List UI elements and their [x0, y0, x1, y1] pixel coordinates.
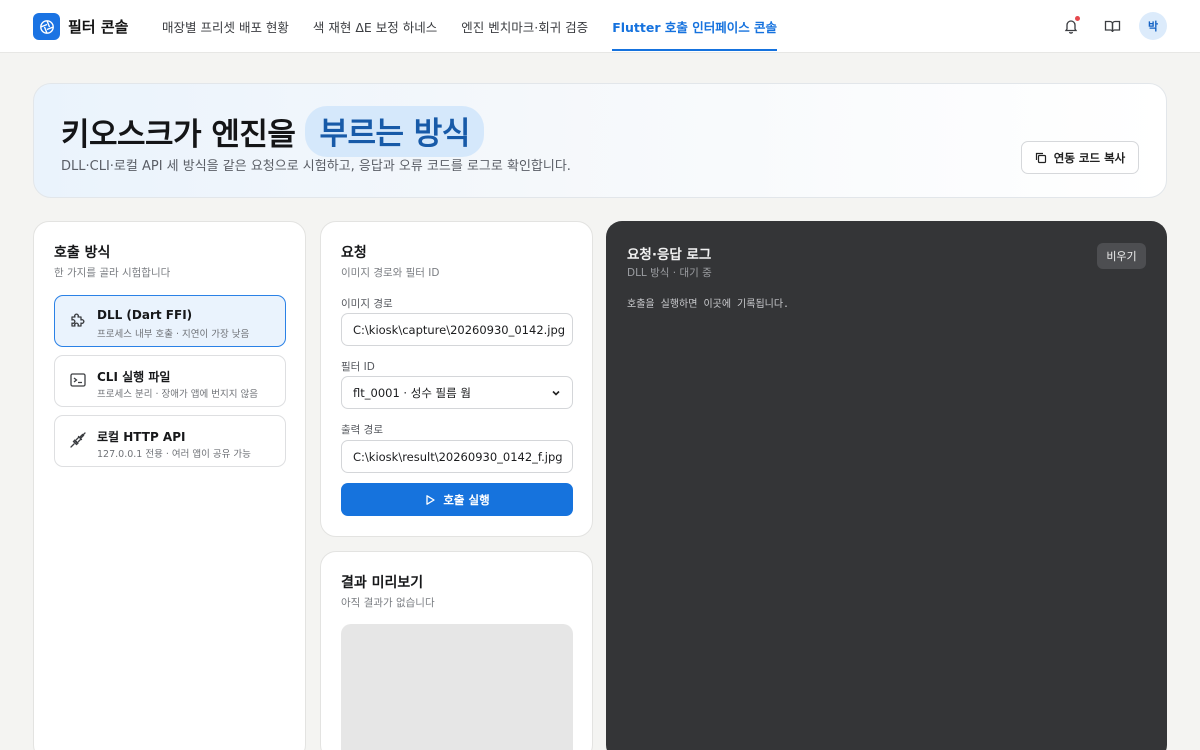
plug-icon: [68, 430, 88, 450]
book-open-icon: [1104, 20, 1120, 32]
image-path-label: 이미지 경로: [341, 298, 393, 310]
avatar[interactable]: 박: [1139, 12, 1167, 40]
request-card: 요청 이미지 경로와 필터 ID 이미지 경로 C:\kiosk\capture…: [320, 221, 593, 537]
log-subtitle: DLL 방식 · 대기 중: [627, 267, 712, 279]
clear-log-button[interactable]: 비우기: [1097, 243, 1146, 269]
run-call-label: 호출 실행: [443, 492, 490, 507]
page-title-highlight: 부르는 방식: [305, 106, 484, 157]
log-title: 요청·응답 로그: [627, 247, 712, 263]
method-desc: 127.0.0.1 전용 · 여러 앱이 공유 가능: [97, 449, 251, 460]
preview-subtitle: 아직 결과가 없습니다: [341, 597, 435, 609]
app-logo-icon[interactable]: [33, 13, 60, 40]
nav-item-color-harness[interactable]: 색 재현 ΔE 보정 하네스: [301, 0, 449, 53]
play-icon: [426, 494, 435, 505]
method-title: DLL (Dart FFI): [97, 308, 193, 322]
app-title: 필터 콘솔: [68, 18, 129, 36]
method-title: 로컬 HTTP API: [97, 430, 186, 444]
chevron-down-icon: [552, 390, 560, 396]
method-option-dll[interactable]: DLL (Dart FFI) 프로세스 내부 호출 · 지연이 가장 낮음: [54, 295, 286, 347]
filter-id-value: flt_0001 · 성수 필름 웜: [353, 385, 471, 400]
preview-image-placeholder: [341, 624, 573, 750]
call-method-subtitle: 한 가지를 골라 시험합니다: [54, 267, 171, 279]
call-method-card: 호출 방식 한 가지를 골라 시험합니다 DLL (Dart FFI) 프로세스…: [33, 221, 306, 750]
main-nav: 매장별 프리셋 배포 현황 색 재현 ΔE 보정 하네스 엔진 벤치마크·회귀 …: [150, 0, 789, 53]
log-placeholder: 호출을 실행하면 이곳에 기록됩니다.: [627, 299, 790, 310]
preview-title: 결과 미리보기: [341, 575, 424, 591]
top-bar: 필터 콘솔 매장별 프리셋 배포 현황 색 재현 ΔE 보정 하네스 엔진 벤치…: [0, 0, 1200, 53]
hero-banner: 키오스크가 엔진을 부르는 방식 DLL·CLI·로컬 API 세 방식을 같은…: [33, 83, 1167, 198]
docs-button[interactable]: [1102, 16, 1122, 36]
nav-item-engine-benchmark[interactable]: 엔진 벤치마크·회귀 검증: [449, 0, 600, 53]
method-option-http[interactable]: 로컬 HTTP API 127.0.0.1 전용 · 여러 앱이 공유 가능: [54, 415, 286, 467]
run-call-button[interactable]: 호출 실행: [341, 483, 573, 516]
output-path-label: 출력 경로: [341, 424, 383, 436]
output-path-input[interactable]: C:\kiosk\result\20260930_0142_f.jpg: [341, 440, 573, 473]
image-path-input[interactable]: C:\kiosk\capture\20260930_0142.jpg: [341, 313, 573, 346]
request-subtitle: 이미지 경로와 필터 ID: [341, 267, 440, 279]
puzzle-icon: [68, 310, 88, 330]
terminal-icon: [68, 370, 88, 390]
notification-dot: [1075, 16, 1080, 21]
method-title: CLI 실행 파일: [97, 370, 171, 384]
page-title: 키오스크가 엔진을 부르는 방식: [61, 106, 484, 157]
copy-code-label: 연동 코드 복사: [1053, 150, 1126, 165]
method-desc: 프로세스 분리 · 장애가 앱에 번지지 않음: [97, 389, 258, 400]
page-subtitle: DLL·CLI·로컬 API 세 방식을 같은 요청으로 시험하고, 응답과 오…: [61, 159, 571, 174]
filter-id-select[interactable]: flt_0001 · 성수 필름 웜: [341, 376, 573, 409]
nav-item-flutter-console[interactable]: Flutter 호출 인터페이스 콘솔: [600, 0, 789, 53]
notification-button[interactable]: [1061, 16, 1081, 36]
page-title-text: 키오스크가 엔진을: [61, 117, 296, 153]
preview-card: 결과 미리보기 아직 결과가 없습니다: [320, 551, 593, 750]
nav-item-preset-deploy[interactable]: 매장별 프리셋 배포 현황: [150, 0, 301, 53]
method-desc: 프로세스 내부 호출 · 지연이 가장 낮음: [97, 329, 250, 340]
request-title: 요청: [341, 245, 367, 261]
copy-icon: [1035, 152, 1046, 163]
copy-code-button[interactable]: 연동 코드 복사: [1021, 141, 1139, 174]
method-option-cli[interactable]: CLI 실행 파일 프로세스 분리 · 장애가 앱에 번지지 않음: [54, 355, 286, 407]
call-method-title: 호출 방식: [54, 245, 111, 261]
filter-id-label: 필터 ID: [341, 361, 375, 373]
request-response-log: 요청·응답 로그 DLL 방식 · 대기 중 비우기 호출을 실행하면 이곳에 …: [606, 221, 1167, 750]
